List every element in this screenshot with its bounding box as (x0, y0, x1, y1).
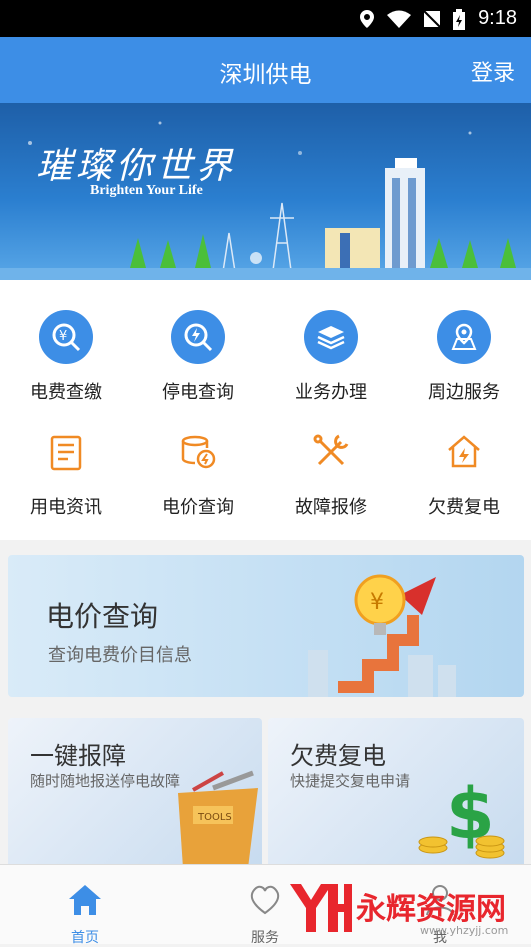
banner-slogan: 璀璨你世界 (36, 146, 237, 187)
app-header: 深圳供电 登录 (0, 37, 531, 103)
grid-label: 故障报修 (295, 497, 367, 518)
svg-text:TOOLS: TOOLS (197, 812, 232, 823)
coin-stack-icon (171, 425, 225, 479)
grid-item-repair[interactable]: 故障报修 (265, 425, 397, 519)
grid-item-reconnect[interactable]: 欠费复电 (398, 425, 530, 519)
grid-item-nearby[interactable]: 周边服务 (398, 310, 530, 404)
banner-subtitle: Brighten Your Life (90, 183, 203, 198)
watermark-logo (290, 884, 352, 932)
grid-item-bill[interactable]: ¥ 电费查缴 (0, 310, 132, 404)
fault-report-card[interactable]: TOOLS 一键报障 随时随地报送停电故障 (8, 718, 262, 868)
grid-item-news[interactable]: 用电资讯 (0, 425, 132, 519)
grid-label: 停电查询 (162, 382, 234, 403)
grid-item-price[interactable]: 电价查询 (132, 425, 264, 519)
card-title: 一键报障 (30, 742, 126, 770)
card-subtitle: 快捷提交复电申请 (290, 772, 411, 790)
svg-text:¥: ¥ (59, 329, 67, 344)
tools-icon (304, 425, 358, 479)
price-query-card[interactable]: ¥ 电价查询 查询电费价目信息 (8, 555, 524, 697)
card-title: 欠费复电 (290, 742, 386, 770)
layers-icon (304, 310, 358, 364)
card-subtitle: 查询电费价目信息 (48, 645, 192, 666)
promo-banner[interactable]: 璀璨你世界 Brighten Your Life (0, 103, 531, 280)
home-icon (69, 885, 101, 915)
yuan-search-icon: ¥ (39, 310, 93, 364)
power-search-icon (171, 310, 225, 364)
banner-illustration (0, 121, 531, 280)
status-bar: 9:18 (0, 0, 531, 37)
card-subtitle: 随时随地报送停电故障 (30, 772, 181, 790)
grid-label: 用电资讯 (30, 497, 102, 518)
service-grid: ¥ 电费查缴 停电查询 业务办理 周边服务 用电资讯 电价查询 故障报修 欠费复… (0, 280, 531, 540)
location-icon (360, 10, 374, 28)
svg-text:¥: ¥ (370, 590, 384, 615)
watermark-text: 永辉资源网 (356, 892, 506, 927)
house-power-icon (437, 425, 491, 479)
news-icon (39, 425, 93, 479)
battery-icon (453, 9, 465, 30)
page-title: 深圳供电 (219, 62, 312, 88)
grid-label: 电价查询 (162, 497, 234, 518)
site-watermark: 永辉资源网 www.yhzyjj.com (284, 874, 531, 944)
watermark-url: www.yhzyjj.com (420, 924, 509, 937)
arrears-reconnect-card[interactable]: $ 欠费复电 快捷提交复电申请 (268, 718, 524, 868)
wifi-icon (387, 10, 411, 28)
grid-label: 欠费复电 (428, 497, 500, 518)
grid-item-outage[interactable]: 停电查询 (132, 310, 264, 404)
service-icon (250, 885, 280, 915)
tab-label: 首页 (71, 930, 99, 946)
clock: 9:18 (478, 7, 517, 29)
card-title: 电价查询 (46, 600, 159, 633)
grid-item-business[interactable]: 业务办理 (265, 310, 397, 404)
no-sim-icon (423, 10, 441, 28)
grid-label: 周边服务 (428, 382, 500, 403)
tab-home[interactable]: 首页 (25, 865, 145, 947)
map-pin-icon (437, 310, 491, 364)
login-button[interactable]: 登录 (471, 55, 515, 87)
grid-label: 业务办理 (295, 382, 367, 403)
grid-label: 电费查缴 (30, 382, 102, 403)
